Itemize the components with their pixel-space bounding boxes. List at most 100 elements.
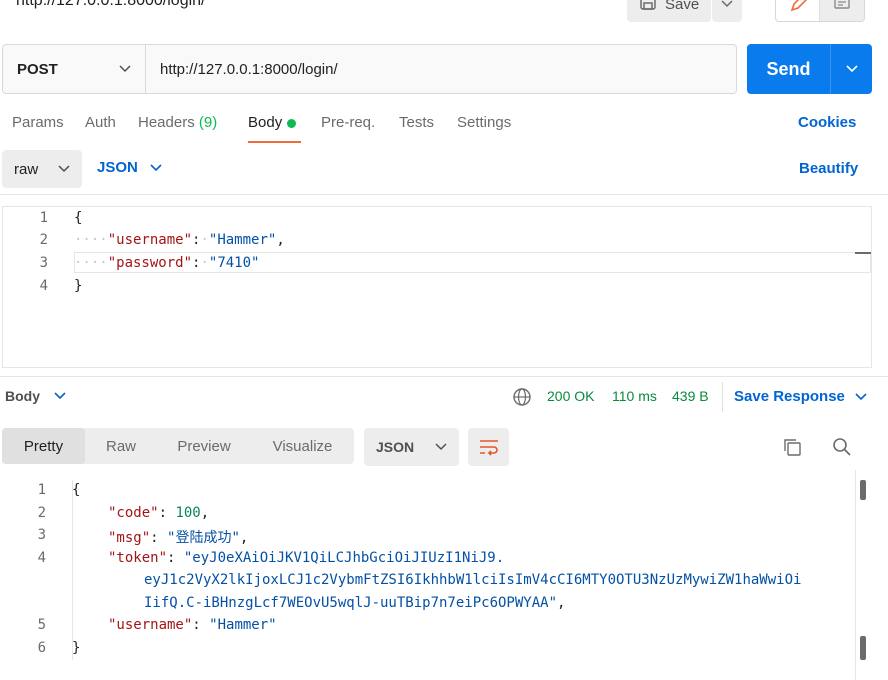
response-section-select[interactable]: Body — [5, 388, 66, 404]
close-brace: } — [72, 640, 81, 656]
body-mode-select[interactable]: raw — [2, 150, 82, 188]
code-line: "username": "Hammer" — [108, 617, 277, 633]
line-number: 1 — [39, 210, 48, 226]
colon: : — [167, 550, 184, 566]
wrap-lines-icon — [479, 440, 498, 456]
colon: : — [158, 505, 176, 521]
code-line: ····"username":·"Hammer", — [74, 232, 285, 248]
tab-settings[interactable]: Settings — [457, 114, 511, 131]
json-value-continuation: eyJ1c2VyX2lkIjoxLCJ1c2VybmFtZSI6IkhhbW1l… — [144, 572, 802, 588]
response-view-tabs: Pretty Raw Preview Visualize — [2, 428, 354, 464]
response-format-label: JSON — [376, 439, 415, 455]
chevron-down-icon — [855, 392, 867, 400]
response-scrollbar-track — [855, 470, 856, 680]
line-number: 4 — [39, 278, 48, 294]
tab-pretty[interactable]: Pretty — [2, 428, 85, 464]
indent-guide: ···· — [74, 255, 108, 271]
code-line: "code": 100, — [108, 505, 209, 521]
line-number: 2 — [39, 232, 48, 248]
active-tab-underline — [248, 141, 301, 143]
code-line: { — [74, 210, 82, 226]
comma: , — [557, 595, 566, 611]
code-line: IifQ.C-iBHnzgLcf7WEOvU5wqlJ-uuTBip7n7eiP… — [144, 595, 565, 611]
code-line: "token": "eyJ0eXAiOiJKV1QiLCJhbGciOiJIUz… — [108, 550, 504, 566]
tab-headers[interactable]: Headers (9) — [138, 114, 217, 131]
comma: , — [239, 530, 249, 546]
tab-params[interactable]: Params — [12, 114, 64, 131]
url-input[interactable]: http://127.0.0.1:8000/login/ — [146, 44, 737, 94]
copy-icon[interactable] — [782, 437, 802, 461]
save-response-button[interactable]: Save Response — [734, 388, 867, 405]
tab-visualize[interactable]: Visualize — [251, 428, 354, 464]
tab-prerequest[interactable]: Pre-req. — [321, 114, 375, 131]
indent-guide: ···· — [74, 232, 108, 248]
search-icon[interactable] — [832, 437, 852, 461]
divider — [0, 194, 888, 195]
chevron-down-icon — [58, 165, 70, 173]
json-value: "7410" — [208, 255, 260, 271]
json-value: "Hammer" — [208, 232, 277, 248]
tab-body[interactable]: Body — [248, 114, 297, 131]
editor-scroll-marker — [855, 252, 871, 254]
json-value: "Hammer" — [209, 617, 277, 633]
request-body-editor[interactable] — [2, 206, 872, 368]
globe-icon[interactable] — [512, 387, 532, 411]
comma: , — [200, 505, 210, 521]
chevron-down-icon — [119, 65, 131, 73]
edit-button[interactable] — [776, 0, 820, 21]
line-number: 3 — [39, 255, 48, 271]
json-key: "code" — [108, 505, 159, 521]
code-line: "msg": "登陆成功", — [108, 527, 248, 547]
line-number: 2 — [37, 505, 46, 521]
editor-scrollbar-track — [871, 206, 872, 368]
body-language-select[interactable]: JSON — [97, 159, 162, 176]
save-button[interactable]: Save — [627, 0, 711, 22]
response-scrollbar-thumb[interactable] — [860, 480, 866, 500]
json-key: "msg" — [108, 530, 151, 546]
response-size[interactable]: 439 B — [672, 388, 709, 404]
open-brace: { — [72, 482, 81, 498]
code-line: ····"password":·"7410" — [74, 255, 259, 271]
body-language-label: JSON — [97, 159, 138, 176]
headers-count: (9) — [198, 114, 218, 131]
tab-tests[interactable]: Tests — [399, 114, 434, 131]
json-key: "username" — [107, 232, 193, 248]
method-select[interactable]: POST — [2, 44, 146, 94]
tab-auth[interactable]: Auth — [85, 114, 116, 131]
pencil-icon — [790, 0, 807, 12]
request-title[interactable]: http://127.0.0.1:8000/login/ — [16, 0, 205, 10]
save-label: Save — [665, 0, 700, 13]
tab-raw[interactable]: Raw — [85, 428, 157, 464]
send-options-button[interactable] — [831, 44, 872, 94]
status-code[interactable]: 200 OK — [547, 388, 594, 404]
beautify-link[interactable]: Beautify — [799, 160, 858, 177]
tab-preview[interactable]: Preview — [157, 428, 251, 464]
tab-body-label: Body — [248, 114, 283, 131]
response-format-select[interactable]: JSON — [364, 428, 459, 466]
send-button[interactable]: Send — [747, 44, 831, 94]
save-options-button[interactable] — [712, 0, 742, 22]
json-value: "eyJ0eXAiOiJKV1QiLCJhbGciOiJIUzI1NiJ9. — [183, 550, 505, 566]
comment-icon — [834, 0, 850, 9]
send-button-group: Send — [747, 44, 872, 94]
cookies-link[interactable]: Cookies — [798, 114, 856, 131]
indent-guide — [72, 480, 73, 660]
wrap-lines-button[interactable] — [468, 428, 509, 466]
json-value-continuation: IifQ.C-iBHnzgLcf7WEOvU5wqlJ-uuTBip7n7eiP… — [144, 595, 558, 611]
response-scrollbar-thumb[interactable] — [860, 636, 866, 660]
comments-button[interactable] — [820, 0, 864, 21]
tab-headers-label: Headers — [138, 114, 195, 131]
chevron-down-icon — [435, 443, 447, 451]
line-number: 5 — [37, 617, 46, 633]
close-brace: } — [74, 278, 83, 294]
code-line: eyJ1c2VyX2lkIjoxLCJ1c2VybmFtZSI6IkhhbW1l… — [144, 572, 801, 588]
open-brace: { — [74, 210, 83, 226]
json-value: "登陆成功" — [167, 530, 240, 546]
space-marker: · — [200, 232, 209, 248]
body-mode-label: raw — [14, 160, 39, 178]
space-marker: · — [200, 255, 209, 271]
code-line: } — [74, 278, 82, 294]
body-indicator-dot — [287, 118, 297, 128]
response-time[interactable]: 110 ms — [612, 388, 657, 404]
view-toggle-group — [775, 0, 865, 22]
